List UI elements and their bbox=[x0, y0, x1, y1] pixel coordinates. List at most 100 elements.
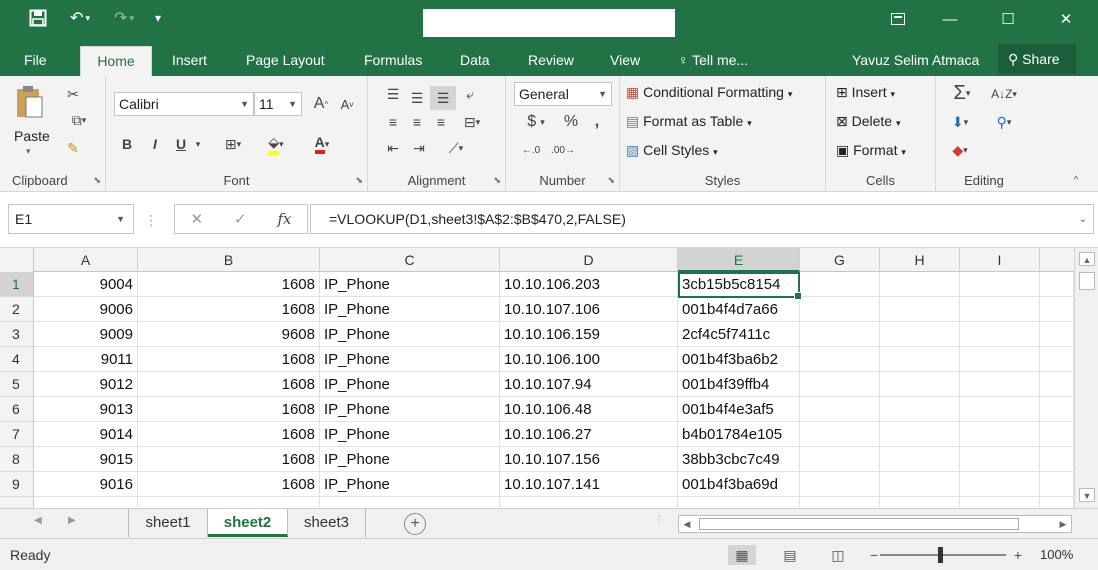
cell-empty[interactable] bbox=[960, 272, 1040, 297]
italic-button[interactable]: I bbox=[146, 132, 164, 156]
undo-icon[interactable]: ↶ ▾ bbox=[60, 6, 100, 30]
alignment-launcher-icon[interactable]: ⬊ bbox=[493, 175, 501, 186]
expand-formula-bar-icon[interactable]: ⌄ bbox=[1074, 210, 1092, 228]
zoom-level[interactable]: 100% bbox=[1040, 547, 1073, 562]
bold-button[interactable]: B bbox=[118, 132, 136, 156]
cell-d[interactable]: 10.10.107.106 bbox=[500, 297, 678, 322]
close-icon[interactable]: ✕ bbox=[1046, 6, 1086, 32]
cancel-icon[interactable]: ✕ bbox=[190, 210, 203, 228]
cell-empty[interactable] bbox=[1040, 272, 1074, 297]
cell-empty[interactable] bbox=[880, 297, 960, 322]
cell-c[interactable]: IP_Phone bbox=[320, 297, 500, 322]
cell-b[interactable]: 1608 bbox=[138, 372, 320, 397]
column-header-blank[interactable] bbox=[1040, 248, 1074, 272]
scroll-down-icon[interactable]: ▼ bbox=[1079, 488, 1095, 502]
cell-d[interactable]: 10.10.106.159 bbox=[500, 322, 678, 347]
cell-empty[interactable] bbox=[1040, 372, 1074, 397]
row-header[interactable]: 4 bbox=[0, 347, 34, 372]
row-header[interactable]: 9 bbox=[0, 472, 34, 497]
cell-empty[interactable] bbox=[960, 347, 1040, 372]
cell-c[interactable]: IP_Phone bbox=[320, 372, 500, 397]
format-painter-icon[interactable]: ✎ bbox=[62, 138, 84, 158]
cell-c[interactable]: IP_Phone bbox=[320, 447, 500, 472]
align-middle-icon[interactable]: ☰ bbox=[406, 86, 428, 110]
ribbon-display-options-icon[interactable] bbox=[878, 6, 918, 32]
cell-b[interactable] bbox=[138, 497, 320, 508]
column-header-e[interactable]: E bbox=[678, 248, 800, 272]
cell-empty[interactable] bbox=[800, 347, 880, 372]
cell-empty[interactable] bbox=[880, 372, 960, 397]
cell-empty[interactable] bbox=[800, 272, 880, 297]
next-sheet-icon[interactable]: ▶ bbox=[68, 515, 76, 526]
cell-empty[interactable] bbox=[800, 397, 880, 422]
cell-empty[interactable] bbox=[880, 447, 960, 472]
cell-empty[interactable] bbox=[800, 447, 880, 472]
borders-icon[interactable]: ⊞ ▾ bbox=[216, 132, 250, 156]
formula-input[interactable]: =VLOOKUP(D1,sheet3!$A$2:$B$470,2,FALSE) bbox=[310, 204, 1094, 234]
cell-e[interactable]: 38bb3cbc7c49 bbox=[678, 447, 800, 472]
page-break-preview-icon[interactable]: ◫ bbox=[824, 545, 852, 565]
name-box[interactable]: E1 ▼ bbox=[8, 204, 134, 234]
cell-empty[interactable] bbox=[880, 422, 960, 447]
cell-empty[interactable] bbox=[960, 497, 1040, 508]
cell-d[interactable]: 10.10.106.48 bbox=[500, 397, 678, 422]
copy-icon[interactable]: ⧉ ▾ bbox=[62, 110, 96, 130]
sort-filter-icon[interactable]: A↓Z ▾ bbox=[986, 82, 1022, 106]
row-header[interactable]: 3 bbox=[0, 322, 34, 347]
cell-empty[interactable] bbox=[1040, 347, 1074, 372]
column-header-b[interactable]: B bbox=[138, 248, 320, 272]
align-left-icon[interactable]: ≡ bbox=[382, 110, 404, 134]
cell-styles-button[interactable]: ▧ Cell Styles ▾ bbox=[626, 142, 718, 159]
percent-button[interactable]: % bbox=[560, 110, 582, 134]
row-header[interactable]: 7 bbox=[0, 422, 34, 447]
cell-a[interactable]: 9006 bbox=[34, 297, 138, 322]
increase-indent-icon[interactable]: ⇥ bbox=[408, 136, 430, 160]
underline-dropdown-icon[interactable]: ▾ bbox=[192, 132, 204, 156]
row-header[interactable]: 8 bbox=[0, 447, 34, 472]
tab-view[interactable]: View bbox=[606, 46, 644, 76]
paste-dropdown-icon[interactable]: ▾ bbox=[26, 146, 31, 157]
cell-d[interactable]: 10.10.107.141 bbox=[500, 472, 678, 497]
row-header[interactable]: 2 bbox=[0, 297, 34, 322]
cell-empty[interactable] bbox=[960, 447, 1040, 472]
tab-file[interactable]: File bbox=[20, 46, 51, 76]
column-header-h[interactable]: H bbox=[880, 248, 960, 272]
align-bottom-icon[interactable]: ☰ bbox=[430, 86, 456, 110]
cell-a[interactable]: 9014 bbox=[34, 422, 138, 447]
cell-empty[interactable] bbox=[800, 422, 880, 447]
page-layout-view-icon[interactable]: ▤ bbox=[776, 545, 804, 565]
cell-b[interactable]: 9608 bbox=[138, 322, 320, 347]
cell-empty[interactable] bbox=[800, 322, 880, 347]
fill-color-icon[interactable]: ⬙ ▾ bbox=[256, 132, 296, 156]
cell-c[interactable]: IP_Phone bbox=[320, 422, 500, 447]
customize-quick-access-icon[interactable]: ▾ bbox=[148, 6, 168, 30]
cell-e[interactable]: 001b4f4e3af5 bbox=[678, 397, 800, 422]
cell-empty[interactable] bbox=[880, 322, 960, 347]
column-header-c[interactable]: C bbox=[320, 248, 500, 272]
cell-b[interactable]: 1608 bbox=[138, 397, 320, 422]
cell-empty[interactable] bbox=[1040, 397, 1074, 422]
column-header-g[interactable]: G bbox=[800, 248, 880, 272]
paste-icon[interactable] bbox=[12, 82, 46, 122]
cell-empty[interactable] bbox=[880, 497, 960, 508]
column-header-i[interactable]: I bbox=[960, 248, 1040, 272]
zoom-in-icon[interactable]: + bbox=[1004, 545, 1032, 565]
cell-c[interactable]: IP_Phone bbox=[320, 397, 500, 422]
save-icon[interactable] bbox=[24, 6, 52, 30]
clear-icon[interactable]: ◆ ▾ bbox=[942, 138, 978, 162]
maximize-icon[interactable]: ☐ bbox=[988, 6, 1028, 32]
orientation-icon[interactable]: ⟋ ▾ bbox=[440, 136, 472, 160]
increase-font-size-icon[interactable]: A ^ bbox=[310, 92, 332, 116]
cell-d[interactable]: 10.10.107.156 bbox=[500, 447, 678, 472]
cell-a[interactable]: 9011 bbox=[34, 347, 138, 372]
delete-cells-button[interactable]: ⊠ Delete ▾ bbox=[836, 113, 901, 130]
tell-me-box[interactable]: ♀ Tell me... bbox=[674, 46, 752, 76]
cell-c[interactable]: IP_Phone bbox=[320, 472, 500, 497]
align-center-icon[interactable]: ≡ bbox=[406, 110, 428, 134]
format-cells-button[interactable]: ▣ Format ▾ bbox=[836, 142, 906, 159]
horizontal-scrollbar[interactable]: ◀ ▶ bbox=[678, 515, 1072, 533]
row-header[interactable]: 5 bbox=[0, 372, 34, 397]
cell-a[interactable]: 9016 bbox=[34, 472, 138, 497]
cell-empty[interactable] bbox=[880, 272, 960, 297]
normal-view-icon[interactable]: ▦ bbox=[728, 545, 756, 565]
